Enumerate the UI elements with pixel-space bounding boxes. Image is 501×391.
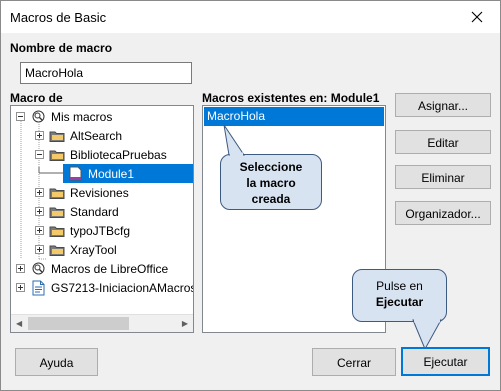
expander-plus-icon[interactable]: [35, 131, 44, 140]
macro-from-label: Macro de: [10, 91, 63, 105]
window-title: Macros de Basic: [10, 10, 107, 25]
close-icon: [471, 11, 483, 23]
tree-item-bibliotecapruebas[interactable]: BibliotecaPruebas: [35, 145, 167, 164]
document-icon: [30, 280, 46, 296]
tree-item-revisiones[interactable]: Revisiones: [35, 183, 129, 202]
tree-item-label: AltSearch: [70, 128, 123, 143]
callout-select-macro: Seleccione la macro creada: [220, 154, 322, 210]
existing-macros-label: Macros existentes en: Module1: [202, 91, 380, 105]
close-window-button[interactable]: [454, 1, 500, 33]
scroll-left-icon[interactable]: ◀: [16, 319, 22, 328]
tree-item-label: GS7213-IniciacionAMacros: [51, 280, 194, 295]
folder-icon: [49, 128, 65, 144]
tree-item-label: Revisiones: [70, 185, 129, 200]
tree-item-xraytool[interactable]: XrayTool: [35, 240, 117, 259]
run-button[interactable]: Ejecutar: [401, 347, 490, 376]
help-button[interactable]: Ayuda: [15, 348, 98, 376]
folder-icon: [49, 204, 65, 220]
tree-item-label: Module1: [88, 166, 135, 181]
expander-minus-icon[interactable]: [35, 150, 44, 159]
macro-name-input[interactable]: [20, 62, 192, 84]
callout-line: creada: [251, 192, 291, 206]
macro-name-label: Nombre de macro: [10, 41, 113, 55]
tree-item-label: Macros de LibreOffice: [51, 261, 169, 276]
expander-plus-icon[interactable]: [35, 245, 44, 254]
folder-icon: [49, 223, 65, 239]
tree-item-altsearch[interactable]: AltSearch: [35, 126, 122, 145]
tree-item-label: typoJTBcfg: [70, 223, 131, 238]
expander-plus-icon[interactable]: [16, 264, 25, 273]
macro-library-tree[interactable]: Mis macros AltSearch BibliotecaPruebas M…: [10, 105, 194, 333]
callout-line: Pulse en: [376, 279, 423, 293]
expander-minus-icon[interactable]: [16, 112, 25, 121]
tree-item-gs7213[interactable]: GS7213-IniciacionAMacros: [16, 278, 194, 297]
organizer-button[interactable]: Organizador...: [395, 201, 491, 225]
macros-dialog: Macros de Basic Nombre de macro Macro de: [0, 0, 501, 391]
folder-icon: [49, 242, 65, 258]
callout-line: la macro: [246, 176, 296, 190]
delete-button[interactable]: Eliminar: [395, 165, 491, 189]
scrollbar-thumb[interactable]: [28, 317, 129, 330]
tree-item-label: Standard: [70, 204, 119, 219]
folder-open-icon: [49, 147, 65, 163]
expander-plus-icon[interactable]: [16, 283, 25, 292]
folder-icon: [49, 185, 65, 201]
callout-line: Ejecutar: [375, 295, 424, 309]
expander-plus-icon[interactable]: [35, 188, 44, 197]
title-bar: Macros de Basic: [1, 1, 500, 33]
tree-item-label: Mis macros: [51, 109, 113, 124]
tree-item-label: XrayTool: [70, 242, 117, 257]
callout-run: Pulse en Ejecutar: [352, 269, 447, 322]
expander-plus-icon[interactable]: [35, 207, 44, 216]
tree-item-label: BibliotecaPruebas: [70, 147, 167, 162]
tree-item-mis-macros[interactable]: Mis macros: [16, 107, 112, 126]
callout-line: Seleccione: [239, 160, 303, 174]
module-icon: [67, 166, 83, 182]
assign-button[interactable]: Asignar...: [395, 93, 491, 117]
tree-item-standard[interactable]: Standard: [35, 202, 119, 221]
scroll-right-icon[interactable]: ▶: [182, 319, 188, 328]
edit-button[interactable]: Editar: [395, 130, 491, 154]
macro-container-icon: [30, 109, 46, 125]
tree-item-macros-libreoffice[interactable]: Macros de LibreOffice: [16, 259, 168, 278]
horizontal-scrollbar[interactable]: ◀ ▶: [11, 314, 193, 332]
expander-plus-icon[interactable]: [35, 226, 44, 235]
tree-item-module1[interactable]: Module1: [63, 164, 193, 183]
tree-item-typojtbcfg[interactable]: typoJTBcfg: [35, 221, 130, 240]
macro-container-icon: [30, 261, 46, 277]
callout-pointer: [223, 124, 245, 156]
close-button[interactable]: Cerrar: [312, 348, 396, 376]
